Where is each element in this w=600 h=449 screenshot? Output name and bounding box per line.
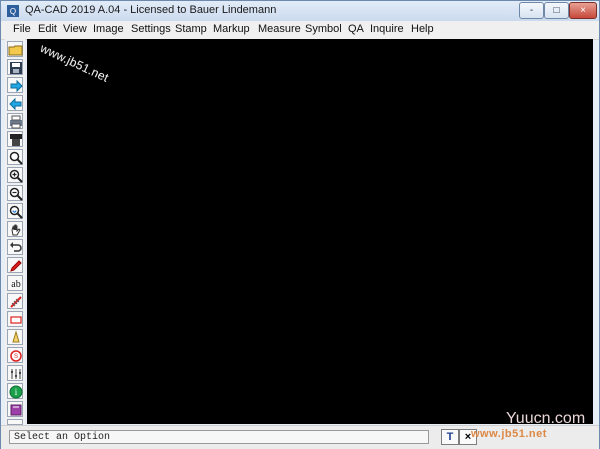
menu-help[interactable]: Help (411, 23, 434, 35)
svg-text:ab: ab (11, 279, 20, 290)
zoom-icon[interactable] (7, 149, 23, 165)
qa-cad-icon: Q (7, 5, 19, 17)
tool-sidebar: ab S i (5, 39, 25, 431)
menu-image[interactable]: Image (93, 23, 124, 35)
forward-icon[interactable] (7, 77, 23, 93)
menu-file[interactable]: File (13, 23, 31, 35)
zoom-in-icon[interactable] (7, 167, 23, 183)
back-icon[interactable] (7, 95, 23, 111)
text-ab-icon[interactable]: ab (7, 275, 23, 291)
menu-qa[interactable]: QA (348, 23, 364, 35)
pencil-icon[interactable] (7, 257, 23, 273)
book-icon[interactable] (7, 401, 23, 417)
menu-settings[interactable]: Settings (131, 23, 171, 35)
stamp-icon[interactable]: S (7, 347, 23, 363)
menu-bar: File Edit View Image Settings Stamp Mark… (1, 21, 599, 40)
settings-sliders-icon[interactable] (7, 365, 23, 381)
text-tool-button[interactable]: T (441, 429, 459, 445)
close-button[interactable]: × (569, 2, 597, 19)
print-icon[interactable] (7, 113, 23, 129)
undo-icon[interactable] (7, 239, 23, 255)
watermark-right: www.jb51.net (471, 428, 547, 440)
minimize-button[interactable]: - (519, 2, 544, 19)
menu-symbol[interactable]: Symbol (305, 23, 342, 35)
zoom-out-icon[interactable] (7, 185, 23, 201)
plotter-icon[interactable] (7, 131, 23, 147)
menu-view[interactable]: View (63, 23, 87, 35)
svg-text:S: S (14, 354, 18, 360)
app-window: Q QA-CAD 2019 A.04 - Licensed to Bauer L… (0, 0, 600, 449)
menu-markup[interactable]: Markup (213, 23, 250, 35)
measure-ruler-icon[interactable] (7, 293, 23, 309)
status-message: Select an Option (9, 430, 429, 444)
maximize-button[interactable]: □ (544, 2, 569, 19)
drawing-canvas[interactable] (27, 39, 593, 424)
open-folder-icon[interactable] (7, 41, 23, 57)
title-bar[interactable]: Q QA-CAD 2019 A.04 - Licensed to Bauer L… (1, 1, 599, 22)
menu-edit[interactable]: Edit (38, 23, 57, 35)
rectangle-icon[interactable] (7, 311, 23, 327)
menu-inquire[interactable]: Inquire (370, 23, 404, 35)
pan-hand-icon[interactable] (7, 221, 23, 237)
menu-measure[interactable]: Measure (258, 23, 301, 35)
window-title: QA-CAD 2019 A.04 - Licensed to Bauer Lin… (25, 4, 277, 16)
menu-stamp[interactable]: Stamp (175, 23, 207, 35)
info-icon[interactable]: i (7, 383, 23, 399)
zoom-refresh-icon[interactable] (7, 203, 23, 219)
watermark-yuucn: Yuucn.com (506, 410, 586, 427)
svg-text:Q: Q (10, 7, 16, 16)
save-icon[interactable] (7, 59, 23, 75)
pen-icon[interactable] (7, 329, 23, 345)
